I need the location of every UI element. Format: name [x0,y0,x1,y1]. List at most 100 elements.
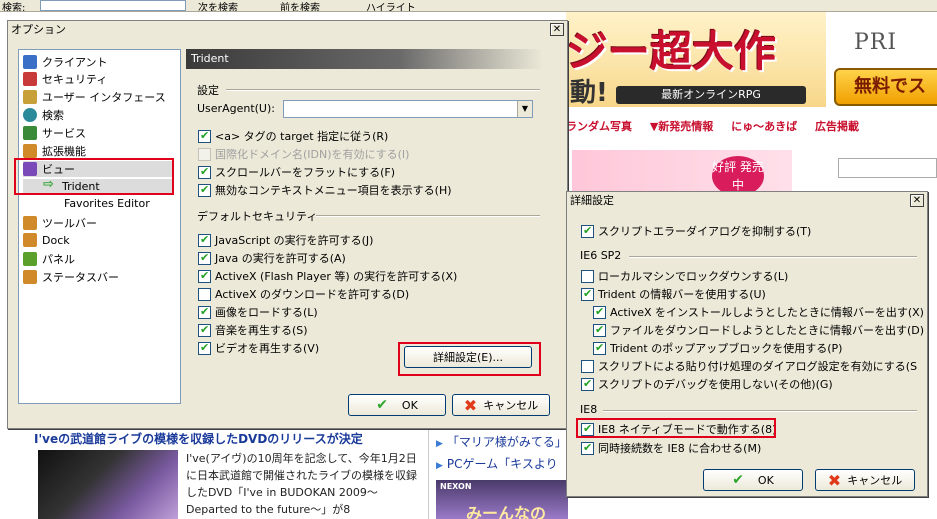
tree-item-dock[interactable]: Dock [23,233,70,247]
highlight-frame [14,158,174,195]
client-icon [23,55,37,69]
close-icon: ✖ [463,395,478,415]
panel-title: Trident [186,49,543,69]
close-button[interactable]: ✕ [550,23,564,36]
pri-banner[interactable]: PRI 無料でスタ [826,12,937,107]
prev-search-button[interactable]: 前を検索 [280,0,320,11]
options-title-bar[interactable]: オプション ✕ [8,21,567,39]
column-divider [428,428,429,519]
setting-context-menu-checkbox[interactable]: 無効なコンテキストメニュー項目を表示する(H) [198,182,452,198]
tree-item-security[interactable]: セキュリティ [23,71,107,87]
dock-icon [23,233,37,247]
setting-target-checkbox[interactable]: <a> タグの target 指定に従う(R) [198,128,388,144]
useragent-label: UserAgent(U): [197,102,275,115]
game-banner[interactable]: ジー超大作 動! 最新オンラインRPG [566,12,826,107]
puzzle-icon [23,144,37,158]
setting-flat-scrollbar-checkbox[interactable]: スクロールバーをフラットにする(F) [198,164,395,180]
security-music-checkbox[interactable]: 音楽を再生する(S) [198,322,308,338]
nexon-ad[interactable]: NEXON みーんなの [436,480,568,519]
nav-link[interactable]: ▼新発売情報 [650,120,713,133]
ad-brand: NEXON [440,482,472,491]
paste-dialog-checkbox[interactable]: スクリプトによる貼り付け処理のダイアログ設定を有効にする(S [581,358,927,374]
shield-icon [23,72,37,86]
news-link[interactable]: PCゲーム「キスより [436,454,568,476]
tree-item-extensions[interactable]: 拡張機能 [23,143,86,159]
highlight-button[interactable]: ハイライト [366,0,416,11]
setting-idn-checkbox: 国際化ドメイン名(IDN)を有効にする(I) [198,146,409,162]
free-play-badge: 無料でスタ [834,68,937,106]
news-body: I've(アイヴ)の10周年を記念して、今年1月2日に日本武道館で開催されたライ… [186,452,417,516]
infobar-checkbox[interactable]: Trident の情報バーを使用する(U) [581,286,766,302]
security-activex-checkbox[interactable]: ActiveX (Flash Player 等) の実行を許可する(X) [198,268,457,284]
ie6-section-label: IE6 SP2 [580,249,622,262]
check-icon: ✔ [732,472,744,488]
lockdown-checkbox[interactable]: ローカルマシンでロックダウンする(L) [581,268,788,284]
advanced-title-bar[interactable]: 詳細設定 ✕ [567,192,927,210]
advanced-title: 詳細設定 [570,194,614,207]
tree-item-client[interactable]: クライアント [23,54,108,70]
security-images-checkbox[interactable]: 画像をロードする(L) [198,304,318,320]
highlight-frame [576,418,776,438]
panel-icon [23,252,37,266]
popup-block-checkbox[interactable]: Trident のポップアップブロックを使用する(P) [593,340,842,356]
ie8-connections-checkbox[interactable]: 同時接続数を IE8 に合わせる(M) [581,440,761,456]
options-dialog: オプション ✕ クライアント セキュリティ ユーザー インタフェース 検索 サー… [7,20,568,429]
advanced-settings-dialog: 詳細設定 ✕ スクリプトエラーダイアログを抑制する(T) IE6 SP2 ローカ… [566,191,928,497]
tree-item-ui[interactable]: ユーザー インタフェース [23,89,166,105]
next-search-button[interactable]: 次を検索 [198,0,238,11]
cancel-button[interactable]: ✖ キャンセル [452,394,550,416]
security-section-label: デフォルトセキュリティ [197,210,318,223]
category-tree[interactable]: クライアント セキュリティ ユーザー インタフェース 検索 サービス 拡張機能 … [18,49,181,404]
script-debug-checkbox[interactable]: スクリプトのデバッグを使用しない(その他)(G) [581,376,833,392]
security-java-checkbox[interactable]: Java の実行を許可する(A) [198,250,346,266]
tree-item-service[interactable]: サービス [23,125,86,141]
site-nav: ランダム写真 ▼新発売情報 にゅ～あきば 広告掲載 [566,118,937,140]
promo-badge: 好評 発売中 [712,156,764,192]
download-infobar-checkbox[interactable]: ファイルをダウンロードしようとしたときに情報バーを出す(D) [593,322,924,338]
site-search-box[interactable] [838,158,937,178]
toolbar-icon [23,216,37,230]
search-label: 検索: [2,3,26,12]
tree-item-search[interactable]: 検索 [23,107,64,123]
chevron-down-icon[interactable]: ▼ [517,101,532,117]
banner-title: ジー超大作 [566,27,777,76]
banner-logo: PRI [854,30,898,55]
nav-link[interactable]: ランダム写真 [566,120,632,133]
users-icon [23,90,37,104]
banner-mark: 動! [570,78,608,107]
ie8-section-label: IE8 [580,403,598,416]
nav-link[interactable]: にゅ～あきば [731,120,797,133]
news-link[interactable]: 「マリア様がみてる」 [436,432,568,454]
activex-infobar-checkbox[interactable]: ActiveX をインストールしようとしたときに情報バーを出す(X) [593,304,924,320]
security-video-checkbox[interactable]: ビデオを再生する(V) [198,340,319,356]
nav-link[interactable]: 広告掲載 [815,120,859,133]
ad-text: みーんなの [466,504,547,519]
search-input[interactable] [40,0,186,11]
banner-subtitle: 最新オンラインRPG [616,86,806,104]
check-icon: ✔ [376,397,388,413]
news-item: I'veの武道館ライブの模様を収録したDVDのリリースが決定 I've(アイヴ)… [34,430,423,519]
ok-button[interactable]: ✔ OK [348,394,446,416]
options-title: オプション [11,23,66,36]
browser-toolbar: 検索: 次を検索 前を検索 ハイライト [0,0,937,12]
tree-item-panel[interactable]: パネル [23,251,75,267]
security-javascript-checkbox[interactable]: JavaScript の実行を許可する(J) [198,232,373,248]
useragent-combobox[interactable]: ▼ [283,100,533,118]
news-links: 「マリア様がみてる」 PCゲーム「キスより NEXON みーんなの [436,432,568,519]
tree-item-statusbar[interactable]: ステータスバー [23,269,119,285]
news-photo[interactable] [38,450,178,519]
security-activex-download-checkbox[interactable]: ActiveX のダウンロードを許可する(D) [198,286,409,302]
cancel-button[interactable]: ✖ キャンセル [815,469,915,491]
service-icon [23,126,37,140]
statusbar-icon [23,270,37,284]
tree-item-toolbar[interactable]: ツールバー [23,215,97,231]
search-icon [23,108,37,122]
ok-button[interactable]: ✔ OK [703,469,803,491]
tree-item-favorites-editor[interactable]: Favorites Editor [64,197,150,210]
divider [629,256,917,258]
promo-image[interactable]: 好評 発売中 [572,150,792,192]
news-heading[interactable]: I'veの武道館ライブの模様を収録したDVDのリリースが決定 [34,430,423,447]
close-button[interactable]: ✕ [910,194,924,207]
suppress-script-errors-checkbox[interactable]: スクリプトエラーダイアログを抑制する(T) [581,223,811,239]
divider [226,89,540,91]
